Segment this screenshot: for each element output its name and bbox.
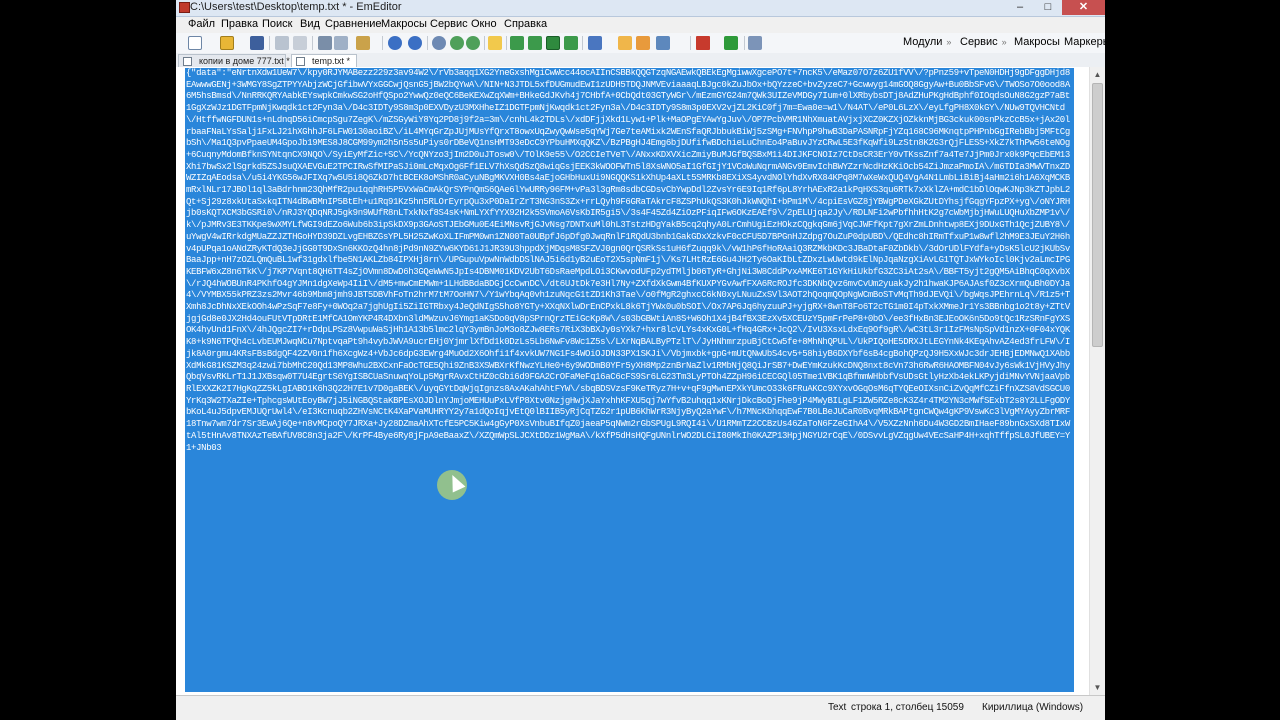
macros-label: Макросы: [1014, 36, 1060, 48]
save-icon[interactable]: [250, 36, 264, 50]
scrollbar-thumb[interactable]: [1092, 83, 1103, 347]
document-tabs: копии в доме 777.txt * temp.txt *: [176, 53, 1105, 68]
document-icon: [296, 57, 305, 66]
wrap-off-icon[interactable]: [510, 36, 524, 50]
toolbar: Модули» Сервис» Макросы Маркеры: [176, 33, 1105, 54]
markers-label: Маркеры: [1064, 36, 1105, 48]
encoding-icon[interactable]: [588, 36, 602, 50]
status-position: строка 1, столбец 15059: [851, 702, 964, 713]
status-mode: Text: [828, 702, 847, 713]
menu-search[interactable]: Поиск: [262, 18, 292, 30]
print-preview-icon[interactable]: [293, 36, 307, 50]
menu-compare[interactable]: Сравнение: [325, 18, 382, 30]
find-next-icon[interactable]: [450, 36, 464, 50]
wrap-chars-icon[interactable]: [528, 36, 542, 50]
redo-icon[interactable]: [408, 36, 422, 50]
status-bar: Text строка 1, столбец 15059 Кириллица (…: [176, 695, 1105, 720]
tab-kopii-v-dome[interactable]: копии в доме 777.txt *: [178, 54, 290, 67]
menu-view[interactable]: Вид: [300, 18, 320, 30]
menu-edit[interactable]: Правка: [221, 18, 258, 30]
scroll-up-icon[interactable]: ▲: [1090, 67, 1105, 82]
find-icon[interactable]: [432, 36, 446, 50]
title-bar: C:\Users\test\Desktop\temp.txt * - EmEdi…: [176, 0, 1105, 17]
find-previous-icon[interactable]: [466, 36, 480, 50]
open-file-icon[interactable]: [220, 36, 234, 50]
paste-icon[interactable]: [356, 36, 370, 50]
run-macro-icon[interactable]: [724, 36, 738, 50]
editor-window: C:\Users\test\Desktop\temp.txt * - EmEdi…: [176, 0, 1105, 720]
app-icon[interactable]: [179, 2, 190, 13]
tab-label: temp.txt *: [312, 56, 351, 66]
modules-label: Модули: [903, 36, 943, 48]
wrap-page-icon[interactable]: [564, 36, 578, 50]
chevron-right-icon: »: [946, 37, 952, 47]
undo-icon[interactable]: [388, 36, 402, 50]
menu-help[interactable]: Справка: [504, 18, 547, 30]
plugin-icon[interactable]: [748, 36, 762, 50]
editor-gutter: [176, 67, 184, 695]
bookmark-icon[interactable]: [618, 36, 632, 50]
chevron-right-icon: »: [1001, 37, 1007, 47]
new-file-icon[interactable]: [188, 36, 202, 50]
wrap-window-icon[interactable]: [546, 36, 560, 50]
scroll-down-icon[interactable]: ▼: [1090, 680, 1105, 695]
print-icon[interactable]: [275, 36, 289, 50]
menu-file[interactable]: Файл: [188, 18, 215, 30]
highlight-icon[interactable]: [488, 36, 502, 50]
status-encoding[interactable]: Кириллица (Windows): [982, 702, 1083, 713]
menu-window[interactable]: Окно: [471, 18, 497, 30]
record-macro-icon[interactable]: [696, 36, 710, 50]
menu-macros[interactable]: Макросы: [381, 18, 427, 30]
menu-tools[interactable]: Сервис: [430, 18, 468, 30]
minimize-button[interactable]: –: [1006, 0, 1034, 15]
window-title: C:\Users\test\Desktop\temp.txt * - EmEdi…: [190, 1, 402, 13]
service-label: Сервис: [960, 36, 998, 48]
text-editor[interactable]: {"data":"eNrtnXdw1UeW7\/kpy0RJYMABezz229…: [176, 67, 1105, 695]
tab-label: копии в доме 777.txt *: [199, 56, 290, 66]
maximize-button[interactable]: □: [1034, 0, 1062, 15]
menu-bar: Файл Правка Поиск Вид Сравнение Макросы …: [176, 17, 1105, 33]
close-button[interactable]: ✕: [1062, 0, 1105, 15]
tab-temp-txt[interactable]: temp.txt *: [291, 54, 357, 67]
service-toolbar[interactable]: Сервис»: [960, 36, 1007, 48]
vertical-scrollbar[interactable]: ▲ ▼: [1089, 67, 1105, 695]
macros-toolbar[interactable]: Макросы: [1014, 36, 1060, 48]
editor-text[interactable]: {"data":"eNrtnXdw1UeW7\/kpy0RJYMABezz229…: [185, 68, 1074, 454]
copy-icon[interactable]: [334, 36, 348, 50]
document-icon: [183, 57, 192, 66]
bookmark-next-icon[interactable]: [636, 36, 650, 50]
selected-text-area[interactable]: {"data":"eNrtnXdw1UeW7\/kpy0RJYMABezz229…: [185, 68, 1074, 692]
markers-toolbar[interactable]: Маркеры: [1064, 36, 1105, 48]
settings-icon[interactable]: [656, 36, 670, 50]
cut-icon[interactable]: [318, 36, 332, 50]
modules-toolbar[interactable]: Модули»: [903, 36, 951, 48]
